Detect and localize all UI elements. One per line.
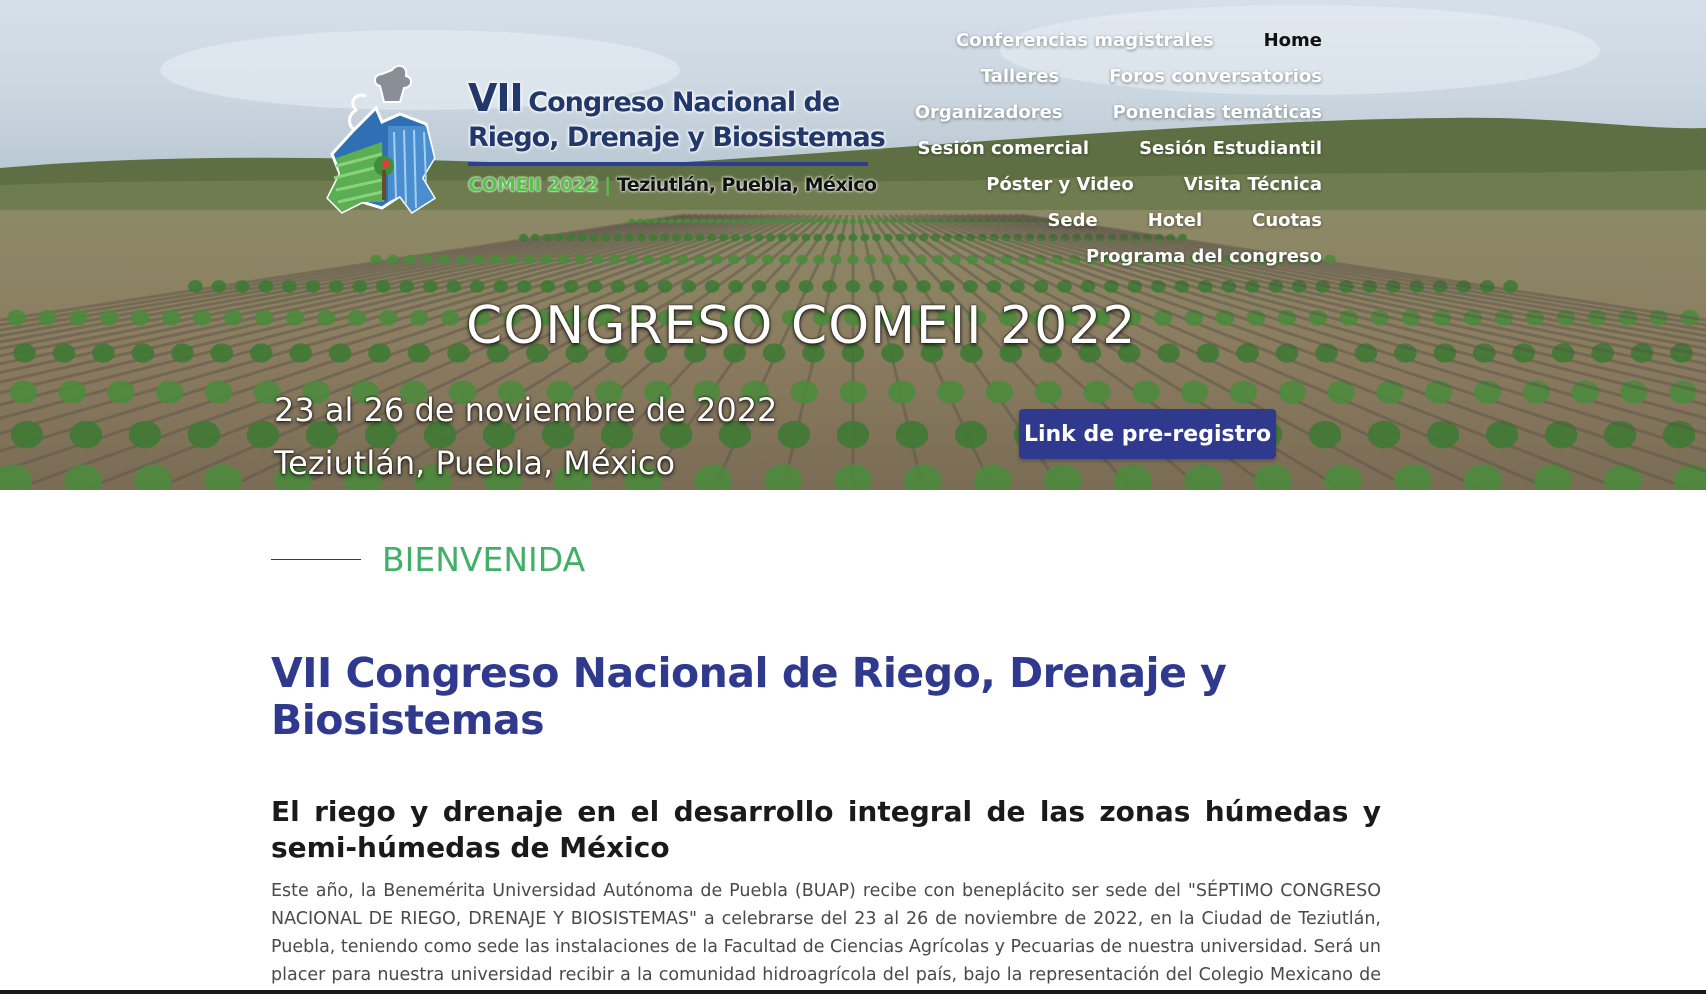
page-title: VII Congreso Nacional de Riego, Drenaje … [271, 649, 1227, 744]
nav-row: Sesión comercial Sesión Estudiantil [902, 130, 1322, 166]
welcome-heading: BIENVENIDA [382, 540, 586, 579]
logo-divider [468, 162, 868, 166]
nav-visita-tecnica[interactable]: Visita Técnica [1184, 174, 1322, 195]
nav-row: Talleres Foros conversatorios [902, 58, 1322, 94]
nav-ponencias-tematicas[interactable]: Ponencias temáticas [1113, 102, 1322, 123]
intro-paragraph: Este año, la Benemérita Universidad Autó… [271, 881, 1381, 994]
nav-talleres[interactable]: Talleres [981, 66, 1059, 87]
nav-conferencias-magistrales[interactable]: Conferencias magistrales [956, 30, 1214, 51]
logo-title-line-2: Riego, Drenaje y Biosistemas [468, 122, 886, 153]
welcome-divider [271, 559, 361, 560]
puebla-map-emblem-icon [326, 64, 437, 215]
logo-title-line-1: VII Congreso Nacional de [468, 76, 840, 120]
hero-banner: VII Congreso Nacional de Riego, Drenaje … [0, 0, 1706, 490]
logo-vii: VII [468, 76, 524, 120]
logo-comeii-year: COMEII 2022 [468, 174, 599, 196]
nav-cuotas[interactable]: Cuotas [1252, 210, 1322, 231]
hero-date: 23 al 26 de noviembre de 2022 [274, 391, 778, 429]
nav-poster-y-video[interactable]: Póster y Video [986, 174, 1133, 195]
nav-foros-conversatorios[interactable]: Foros conversatorios [1109, 66, 1322, 87]
logo-location: Teziutlán, Puebla, México [616, 174, 877, 196]
logo-congreso-nacional: Congreso Nacional de [528, 87, 840, 118]
nav-row: Póster y Video Visita Técnica [902, 166, 1322, 202]
nav-hotel[interactable]: Hotel [1148, 210, 1202, 231]
nav-organizadores[interactable]: Organizadores [915, 102, 1063, 123]
nav-row: Programa del congreso [902, 238, 1322, 274]
nav-programa-del-congreso[interactable]: Programa del congreso [1086, 246, 1322, 267]
nav-row: Organizadores Ponencias temáticas [902, 94, 1322, 130]
pre-registration-button[interactable]: Link de pre-registro [1019, 409, 1276, 459]
page-subtitle: El riego y drenaje en el desarrollo inte… [271, 795, 1381, 864]
hero-title: CONGRESO COMEII 2022 [466, 296, 1137, 356]
nav-row: Conferencias magistrales Home [902, 22, 1322, 58]
congress-logo[interactable]: VII Congreso Nacional de Riego, Drenaje … [322, 62, 886, 228]
logo-separator: | [604, 174, 611, 196]
main-navigation: Conferencias magistrales Home Talleres F… [902, 22, 1322, 274]
nav-sesion-comercial[interactable]: Sesión comercial [918, 138, 1090, 159]
nav-home[interactable]: Home [1264, 30, 1322, 51]
hero-location: Teziutlán, Puebla, México [274, 444, 676, 482]
logo-subtitle: COMEII 2022 | Teziutlán, Puebla, México [468, 174, 877, 196]
nav-row: Sede Hotel Cuotas [902, 202, 1322, 238]
window-bottom-edge [0, 990, 1706, 994]
nav-sesion-estudiantil[interactable]: Sesión Estudiantil [1139, 138, 1322, 159]
nav-sede[interactable]: Sede [1047, 210, 1097, 231]
